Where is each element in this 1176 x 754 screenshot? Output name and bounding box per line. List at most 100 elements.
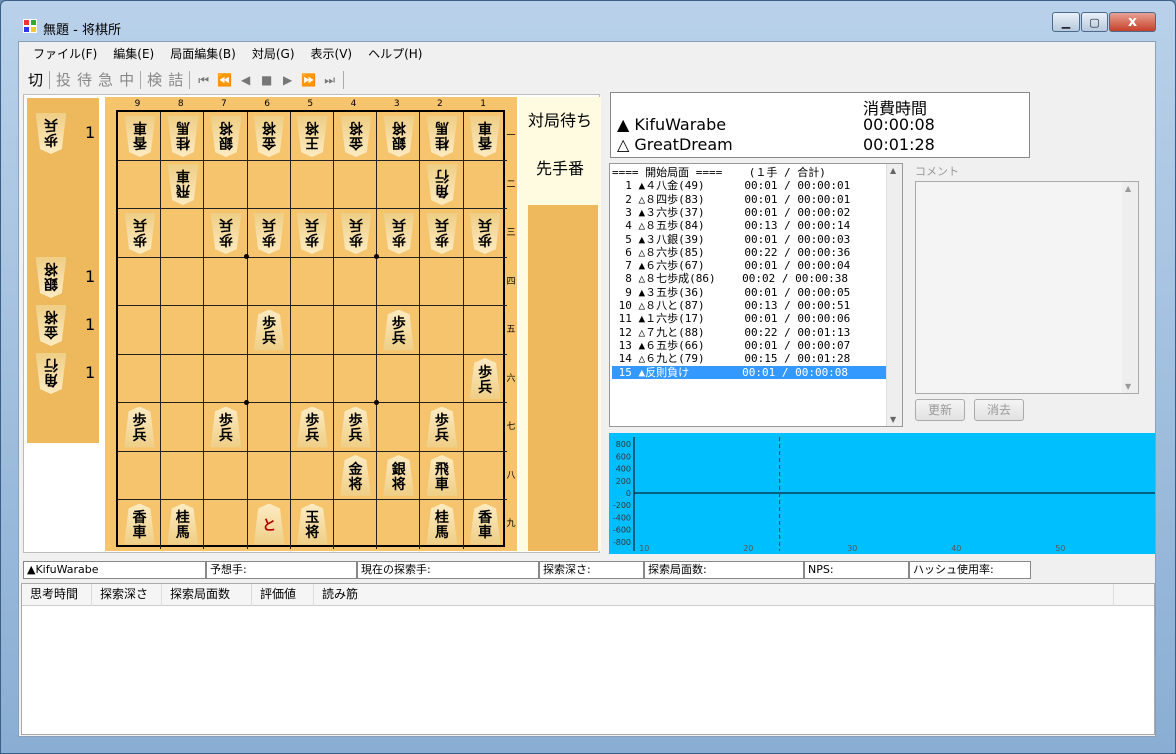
board-square[interactable] [204,451,248,500]
first-icon[interactable]: ⏮ [193,66,214,94]
review-button[interactable]: 検 [144,66,165,94]
board-square[interactable] [290,354,334,403]
scroll-down-icon[interactable]: ▼ [1125,382,1131,391]
menu-item[interactable]: 対局(G) [244,42,303,66]
shogi-piece[interactable]: 歩兵 [35,113,67,154]
kifu-row[interactable]: 12 △７九と(88) 00:22 / 00:01:13 [612,326,886,339]
shogi-piece[interactable]: 銀将 [35,257,67,298]
pv-list[interactable]: 思考時間 探索深さ 探索局面数 評価値 読み筋 [21,583,1155,735]
pv-column-header[interactable]: 読み筋 [314,584,1114,606]
kifu-row[interactable]: 14 △６九と(79) 00:15 / 00:01:28 [612,352,886,365]
hand-piece[interactable]: 金将 1 [27,303,99,347]
board-square[interactable] [204,354,248,403]
board-square[interactable] [420,257,464,306]
board-square[interactable] [161,306,205,355]
resign-button[interactable]: 投 [53,66,74,94]
kifu-row[interactable]: 11 ▲１六歩(17) 00:01 / 00:00:06 [612,312,886,325]
scroll-down-icon[interactable]: ▼ [890,415,896,424]
maximize-button[interactable]: ▢ [1081,12,1108,32]
board-square[interactable] [334,306,378,355]
clear-button[interactable]: 消去 [974,399,1024,421]
board-square[interactable] [377,403,421,452]
board-square[interactable] [377,354,421,403]
kifu-list[interactable]: ▲ ▼ ==== 開始局面 ==== (１手 / 合計) 1 ▲４八金(49) … [609,163,903,427]
board-square[interactable] [118,451,162,500]
menu-item[interactable]: ファイル(F) [25,42,105,66]
pv-column-header[interactable]: 思考時間 [22,584,92,606]
forward-icon[interactable]: ⏩ [298,66,319,94]
board-square[interactable] [118,354,162,403]
board-square[interactable] [247,257,291,306]
board-square[interactable] [118,306,162,355]
menu-item[interactable]: 表示(V) [303,42,361,66]
kifu-row[interactable]: 6 △８六歩(85) 00:22 / 00:00:36 [612,246,886,259]
board-square[interactable] [463,403,507,452]
last-icon[interactable]: ⏭ [319,66,340,94]
kifu-row[interactable]: 5 ▲３八銀(39) 00:01 / 00:00:03 [612,233,886,246]
board-square[interactable] [118,160,162,209]
board-square[interactable] [377,500,421,549]
title-bar[interactable]: 無題 - 将棋所 ▁ ▢ x [1,1,1175,38]
rewind-icon[interactable]: ⏪ [214,66,235,94]
comment-scrollbar[interactable]: ▲ ▼ [1122,182,1138,393]
hand-piece[interactable]: 歩兵 1 [27,111,99,155]
board-square[interactable] [161,403,205,452]
kifu-row[interactable]: 15 ▲反則負け 00:01 / 00:00:08 [612,365,886,379]
kifu-row[interactable]: 7 ▲６六歩(67) 00:01 / 00:00:04 [612,259,886,272]
kifu-row[interactable]: 2 △８四歩(83) 00:01 / 00:00:01 [612,193,886,206]
board-square[interactable] [463,306,507,355]
comment-textarea[interactable]: ▲ ▼ [915,181,1139,394]
kifu-row[interactable]: 9 ▲３五歩(36) 00:01 / 00:00:05 [612,286,886,299]
kifu-row[interactable]: 10 △８八と(87) 00:13 / 00:00:51 [612,299,886,312]
kifu-scrollbar[interactable]: ▲ ▼ [886,164,902,426]
board-square[interactable] [290,257,334,306]
board-square[interactable] [204,160,248,209]
scroll-up-icon[interactable]: ▲ [1125,184,1131,193]
board-square[interactable] [463,452,507,500]
board-square[interactable] [290,451,334,500]
scroll-up-icon[interactable]: ▲ [890,166,896,175]
board-square[interactable] [463,161,507,209]
close-button[interactable]: x [1109,12,1156,32]
board-square[interactable] [420,354,464,403]
pv-column-header[interactable]: 探索局面数 [162,584,252,606]
board-square[interactable] [377,160,421,209]
kifu-row[interactable]: ==== 開始局面 ==== (１手 / 合計) [612,166,886,179]
board-square[interactable] [247,354,291,403]
back-icon[interactable]: ◀ [235,66,256,94]
stop-icon[interactable]: ■ [256,66,277,94]
kifu-row[interactable]: 8 △８七歩成(86) 00:02 / 00:00:38 [612,272,886,285]
kifu-row[interactable]: 4 △８五歩(84) 00:13 / 00:00:14 [612,219,886,232]
board-square[interactable] [204,306,248,355]
kifu-row[interactable]: 13 ▲６五歩(66) 00:01 / 00:00:07 [612,339,886,352]
menu-item[interactable]: 編集(E) [105,42,162,66]
board-square[interactable] [334,500,378,549]
shogi-piece[interactable]: 金将 [35,305,67,346]
pv-column-header[interactable]: 評価値 [252,584,314,606]
board-square[interactable] [204,500,248,549]
board-square[interactable] [463,258,507,306]
board-square[interactable] [334,257,378,306]
board-square[interactable] [161,209,205,258]
board-square[interactable] [334,354,378,403]
menu-item[interactable]: ヘルプ(H) [360,42,430,66]
board-square[interactable] [247,451,291,500]
kifu-row[interactable]: 3 ▲３六歩(37) 00:01 / 00:00:02 [612,206,886,219]
board-square[interactable] [420,306,464,355]
board-square[interactable] [118,257,162,306]
hurry-button[interactable]: 急 [95,66,116,94]
hand-piece[interactable]: 角行 1 [27,351,99,395]
board-square[interactable] [247,160,291,209]
kifu-row[interactable]: 1 ▲４八金(49) 00:01 / 00:00:01 [612,179,886,192]
play-icon[interactable]: ▶ [277,66,298,94]
update-button[interactable]: 更新 [915,399,965,421]
board-square[interactable] [204,257,248,306]
stop-move-button[interactable]: 中 [116,66,137,94]
board-square[interactable] [290,306,334,355]
switch-button[interactable]: 切 [25,66,46,94]
board-square[interactable] [334,160,378,209]
board-square[interactable] [161,257,205,306]
tsume-button[interactable]: 詰 [165,66,186,94]
board-square[interactable] [161,451,205,500]
minimize-button[interactable]: ▁ [1052,12,1080,32]
